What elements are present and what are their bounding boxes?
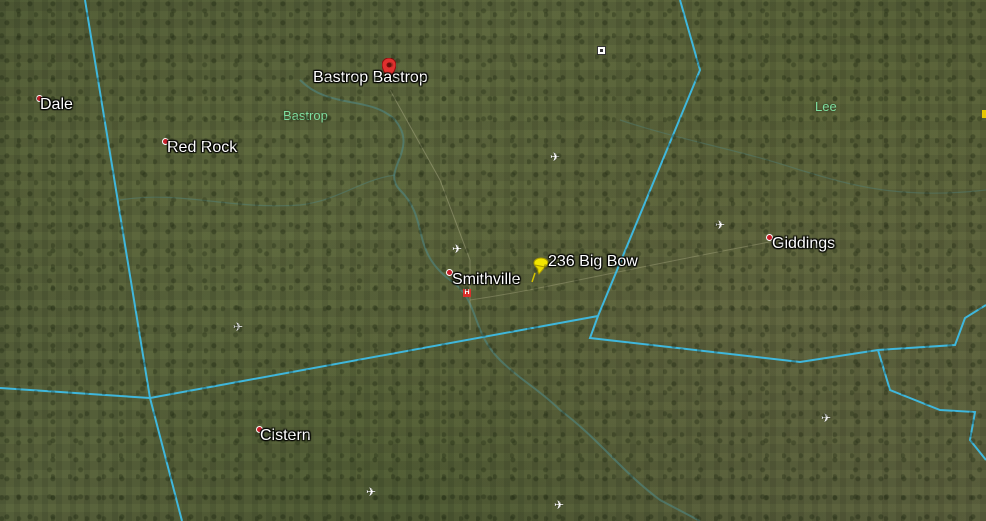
airport-icon[interactable]: ✈ bbox=[233, 321, 243, 333]
offscreen-marker-icon[interactable] bbox=[982, 110, 986, 118]
road-2 bbox=[469, 239, 781, 301]
place-label-cistern[interactable]: Cistern bbox=[260, 427, 311, 445]
place-label-bastrop[interactable]: Bastrop Bastrop bbox=[313, 69, 428, 87]
county-boundary-west bbox=[84, 0, 183, 521]
county-boundary-southeast bbox=[877, 349, 986, 461]
place-label-giddings[interactable]: Giddings bbox=[772, 235, 835, 253]
place-label-dale[interactable]: Dale bbox=[40, 96, 73, 114]
county-label-lee: Lee bbox=[815, 99, 837, 114]
place-label-red-rock[interactable]: Red Rock bbox=[167, 139, 237, 157]
map-overlay bbox=[0, 0, 986, 521]
road-1 bbox=[389, 89, 471, 330]
colorado-river bbox=[299, 79, 701, 521]
airport-icon[interactable]: ✈ bbox=[715, 219, 725, 231]
airport-icon[interactable]: ✈ bbox=[550, 151, 560, 163]
town-dot-red-rock[interactable] bbox=[162, 138, 169, 145]
place-label-smithville[interactable]: Smithville bbox=[452, 271, 520, 289]
satellite-map[interactable]: ✈ ✈ ✈ ✈ ✈ ✈ ✈ H Bastrop Bastrop Dale Red… bbox=[0, 0, 986, 521]
creek-east bbox=[619, 119, 986, 194]
creek-west bbox=[119, 174, 396, 207]
airport-icon[interactable]: ✈ bbox=[821, 412, 831, 424]
placemark-label[interactable]: 236 Big Bow bbox=[548, 253, 638, 271]
hospital-icon[interactable]: H bbox=[463, 289, 471, 297]
airport-icon[interactable]: ✈ bbox=[554, 499, 564, 511]
county-boundary-east bbox=[588, 0, 986, 364]
landmark-icon[interactable] bbox=[597, 46, 606, 55]
airport-icon[interactable]: ✈ bbox=[366, 486, 376, 498]
pushpin-icon[interactable] bbox=[529, 255, 551, 283]
airport-icon[interactable]: ✈ bbox=[452, 243, 462, 255]
county-boundary-south bbox=[0, 315, 599, 400]
town-dot-cistern[interactable] bbox=[256, 426, 263, 433]
town-dot-dale[interactable] bbox=[36, 95, 43, 102]
town-dot-giddings[interactable] bbox=[766, 234, 773, 241]
town-dot-smithville[interactable] bbox=[446, 269, 453, 276]
pin-icon[interactable] bbox=[382, 58, 396, 80]
county-label-bastrop: Bastrop bbox=[283, 108, 328, 123]
